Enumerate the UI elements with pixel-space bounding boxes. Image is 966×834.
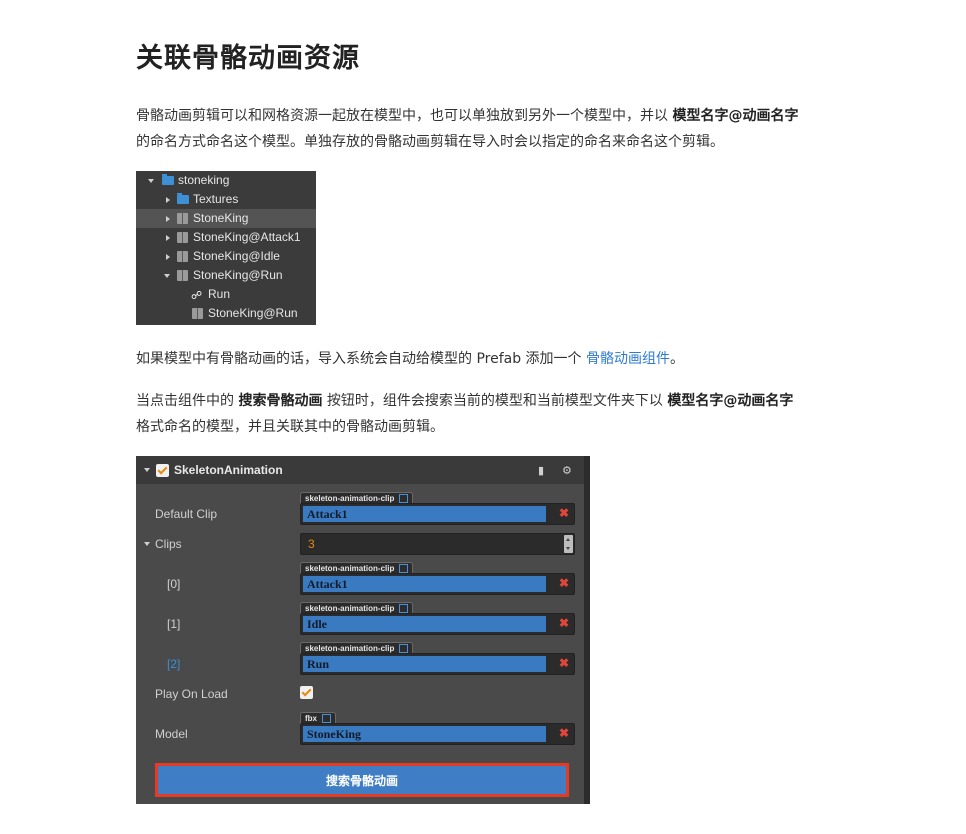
collapse-arrow-icon[interactable] [144,468,150,472]
naming-pattern-bold: 模型名字@动画名字 [667,393,794,409]
search-text: 当点击组件中的 [136,393,239,409]
model-icon [192,308,203,319]
folder-icon [162,174,174,185]
tree-item-label: StoneKing [193,211,249,225]
tree-item[interactable]: StoneKing@Run [136,304,316,323]
expand-arrow-icon[interactable] [166,216,170,222]
default-clip-label: Default Clip [155,507,218,521]
expand-arrow-icon[interactable] [166,197,170,203]
intro-paragraph: 骨骼动画剪辑可以和网格资源一起放在模型中，也可以单独放到另外一个模型中，并以 模… [136,103,916,155]
asset-tree-screenshot: stoneking Textures StoneKing StoneKing@A… [136,171,316,325]
clip-index-label: [2] [167,657,181,671]
intro-text-2: 的命名方式命名这个模型。单独存放的骨骼动画剪辑在导入时会以指定的命名来命名这个剪… [136,134,724,150]
skeleton-animation-inspector: SkeletonAnimation ▮ ⚙ Default Clip skele… [136,456,590,804]
naming-pattern-bold: 模型名字@动画名字 [672,108,799,124]
model-icon [177,232,188,243]
prefab-text: 如果模型中有骨骼动画的话，导入系统会自动给模型的 Prefab 添加一个 [136,351,587,367]
expand-arrow-icon[interactable] [166,235,170,241]
asset-value[interactable]: Run [303,656,546,672]
remove-asset-icon[interactable]: ✖ [559,506,569,520]
remove-asset-icon[interactable]: ✖ [559,616,569,630]
asset-value[interactable]: Attack1 [303,506,546,522]
clip-field[interactable]: Idle ✖ [300,613,575,635]
tree-item[interactable]: StoneKing [136,209,316,228]
clip-index-label: [0] [167,577,181,591]
default-clip-field[interactable]: Attack1 ✖ [300,503,575,525]
open-external-icon[interactable] [399,604,409,613]
asset-type-label: skeleton-animation-clip [305,564,395,573]
remove-asset-icon[interactable]: ✖ [559,656,569,670]
search-text-2: 格式命名的模型，并且关联其中的骨骼动画剪辑。 [136,419,444,435]
prefab-paragraph: 如果模型中有骨骼动画的话，导入系统会自动给模型的 Prefab 添加一个 骨骼动… [136,346,916,372]
tree-item-label: StoneKing@Run [193,268,283,282]
tree-item[interactable]: StoneKing@Attack1 [136,228,316,247]
component-header[interactable]: SkeletonAnimation ▮ ⚙ [136,456,584,484]
tree-item-label: StoneKing@Run [208,306,298,320]
clips-expand-arrow-icon[interactable] [144,542,150,546]
clips-count-field[interactable]: 3 [300,533,575,555]
clip-field[interactable]: Attack1 ✖ [300,573,575,595]
clips-label: Clips [155,537,182,551]
search-paragraph: 当点击组件中的 搜索骨骼动画 按钮时，组件会搜索当前的模型和当前模型文件夹下以 … [136,388,916,440]
tree-item-label: Textures [193,192,239,206]
model-icon [177,251,188,262]
clip-field[interactable]: Run ✖ [300,653,575,675]
number-stepper[interactable] [564,535,573,553]
asset-type-label: skeleton-animation-clip [305,644,395,653]
model-icon [177,213,188,224]
search-button-ref: 搜索骨骼动画 [238,393,323,409]
search-button-label: 搜索骨骼动画 [325,774,398,788]
skeleton-animation-component-link[interactable]: 骨骼动画组件 [586,351,670,367]
asset-type-label: fbx [305,714,317,723]
open-external-icon[interactable] [322,714,331,723]
tree-item-label: stoneking [178,173,230,187]
asset-type-label: skeleton-animation-clip [305,604,395,613]
page-title: 关联骨骼动画资源 [136,43,360,74]
intro-text: 骨骼动画剪辑可以和网格资源一起放在模型中，也可以单独放到另外一个模型中，并以 [136,108,673,124]
component-enabled-checkbox[interactable] [156,464,169,477]
component-title: SkeletonAnimation [174,463,283,477]
asset-type-label: skeleton-animation-clip [305,494,395,503]
tree-item[interactable]: Textures [136,190,316,209]
tree-item-label: StoneKing@Idle [193,249,280,263]
open-external-icon[interactable] [399,564,409,573]
expand-arrow-icon[interactable] [166,254,170,260]
tree-item-label: Run [208,287,231,301]
model-field[interactable]: StoneKing ✖ [300,723,575,745]
prefab-text-end: 。 [670,351,685,367]
tree-item[interactable]: StoneKing@Run [136,266,316,285]
clip-index-label: [1] [167,617,181,631]
expand-arrow-icon[interactable] [148,179,154,183]
open-external-icon[interactable] [399,644,409,653]
scrollbar[interactable] [584,456,590,804]
search-text-mid: 按钮时，组件会搜索当前的模型和当前模型文件夹下以 [322,393,668,409]
open-external-icon[interactable] [399,494,409,503]
tree-item-label: StoneKing@Attack1 [193,230,301,244]
tree-item[interactable]: stoneking [136,171,316,190]
play-on-load-label: Play On Load [155,687,228,701]
book-icon[interactable]: ▮ [538,464,544,477]
tree-item[interactable]: StoneKing@Idle [136,247,316,266]
folder-icon [177,193,189,204]
asset-value[interactable]: StoneKing [303,726,546,742]
asset-value[interactable]: Idle [303,616,546,632]
expand-arrow-icon[interactable] [164,274,170,278]
model-label: Model [155,727,188,741]
tree-item[interactable]: ☍ Run [136,285,316,304]
gear-icon[interactable]: ⚙ [562,464,572,477]
play-on-load-checkbox[interactable] [300,686,313,699]
clips-count-value[interactable]: 3 [308,537,315,551]
search-skeleton-animation-button[interactable]: 搜索骨骼动画 [155,763,569,797]
remove-asset-icon[interactable]: ✖ [559,576,569,590]
asset-value[interactable]: Attack1 [303,576,546,592]
model-icon [177,270,188,281]
remove-asset-icon[interactable]: ✖ [559,726,569,740]
